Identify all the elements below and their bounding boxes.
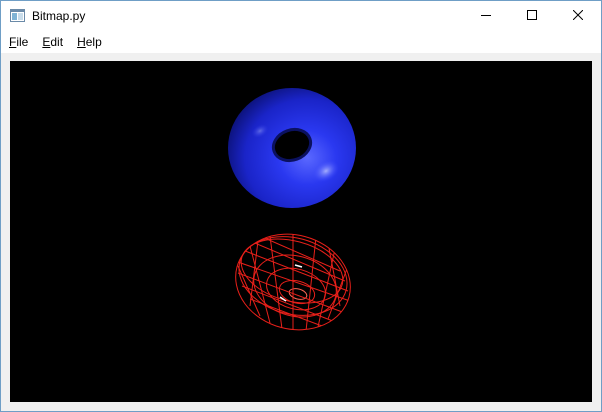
menu-file-label: ile: [16, 35, 29, 49]
scene-svg: [228, 88, 356, 332]
menu-file[interactable]: File: [1, 31, 35, 53]
maximize-icon: [527, 7, 537, 25]
menu-edit-label: dit: [50, 35, 64, 49]
menu-edit[interactable]: Edit: [35, 31, 70, 53]
app-window: Bitmap.py File Edit Help: [0, 0, 602, 412]
window-title: Bitmap.py: [32, 9, 86, 23]
menu-help-mnemonic: H: [77, 35, 86, 49]
app-window-icon: [10, 9, 25, 22]
opengl-canvas[interactable]: [10, 61, 592, 402]
menu-bar: File Edit Help: [1, 31, 601, 53]
title-bar[interactable]: Bitmap.py: [1, 1, 601, 31]
menu-help-label: elp: [85, 35, 102, 49]
solid-torus: [228, 88, 356, 208]
minimize-icon: [481, 7, 491, 25]
close-button[interactable]: [555, 1, 601, 31]
menu-help[interactable]: Help: [70, 31, 109, 53]
close-icon: [572, 7, 584, 25]
minimize-button[interactable]: [463, 1, 509, 31]
wireframe-torus: [234, 233, 351, 332]
maximize-button[interactable]: [509, 1, 555, 31]
